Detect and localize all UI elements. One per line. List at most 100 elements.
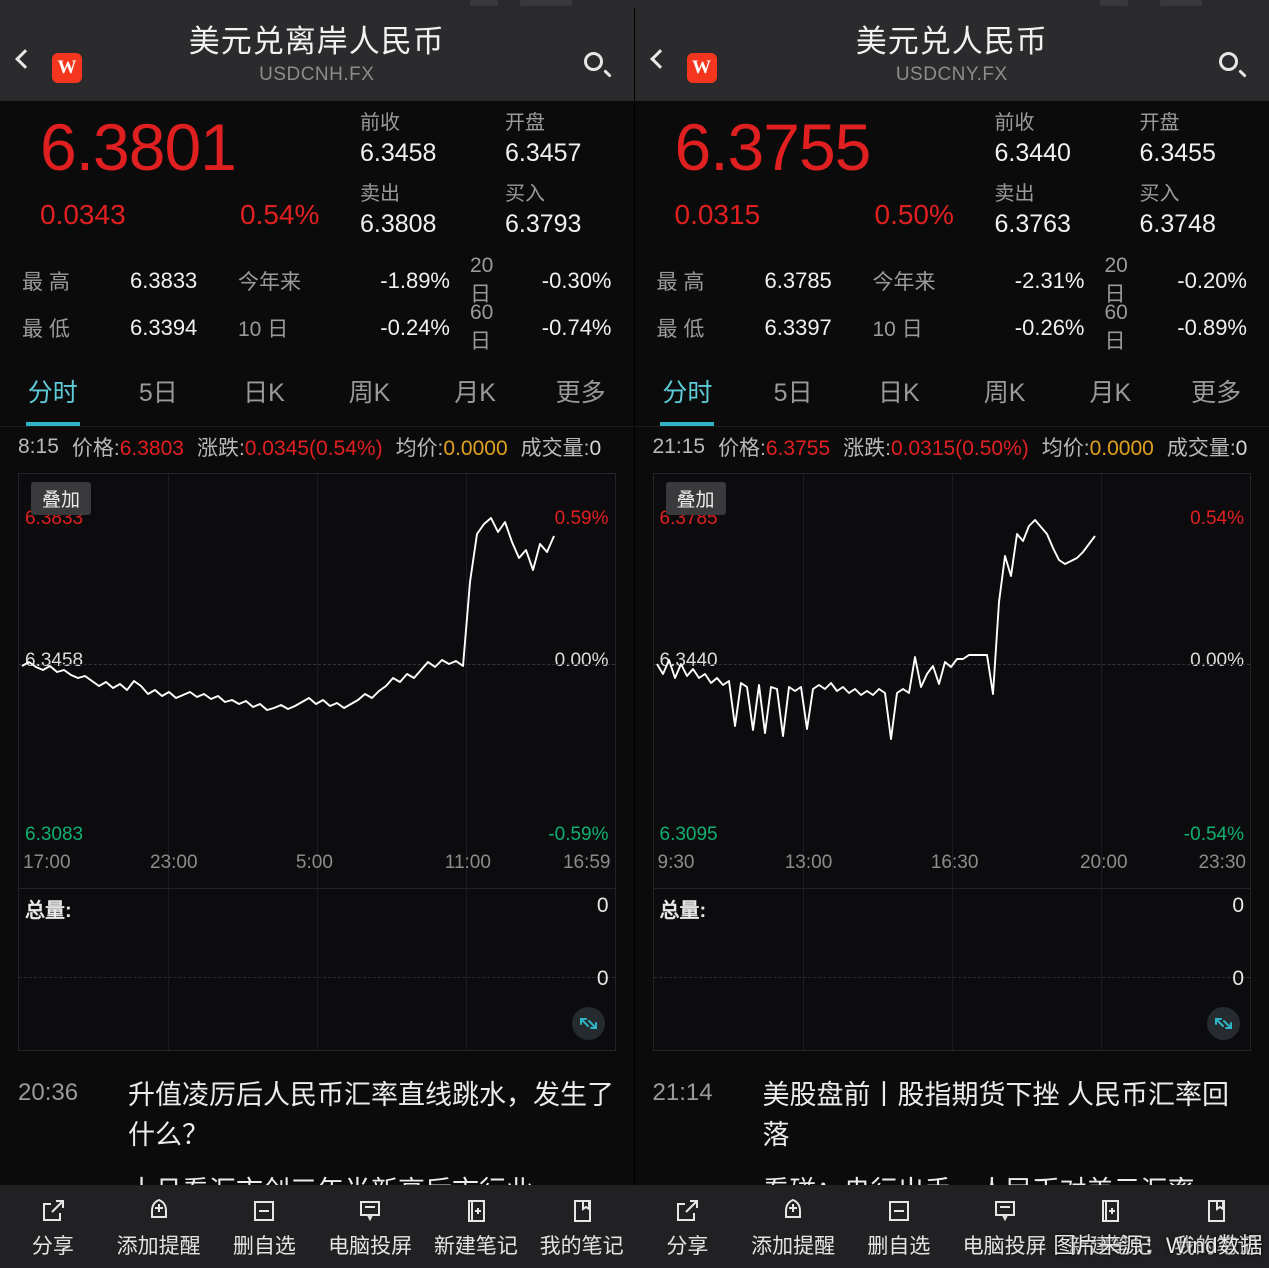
overlay-button[interactable]: 叠加 xyxy=(31,482,92,515)
news-title: 美股盘前丨股指期货下挫 人民币汇率回落 xyxy=(762,1080,1230,1150)
search-icon[interactable] xyxy=(1219,52,1247,78)
minus-box-icon xyxy=(846,1194,952,1228)
tab-more[interactable]: 更多 xyxy=(1163,365,1269,426)
news-time: 21:14 xyxy=(652,1079,713,1106)
news-time: 20:36 xyxy=(18,1079,79,1106)
news-item[interactable]: 20:36 升值凌厉后人民币汇率直线跳水，发生了什么？ xyxy=(16,1065,618,1161)
low-value: 6.3394 xyxy=(130,314,198,340)
share-icon xyxy=(0,1194,106,1228)
low-value: 6.3397 xyxy=(764,314,832,340)
d20-value: -0.30% xyxy=(541,267,612,293)
price-polyline xyxy=(655,519,1096,740)
change-percent: 0.54% xyxy=(240,199,320,230)
d60-label: 60 日 xyxy=(1104,300,1128,353)
buy-cell: 买入 6.3793 xyxy=(505,180,620,241)
change-row: 0.0343 0.54% xyxy=(40,199,380,231)
toolbar-label: 分享 xyxy=(31,1234,74,1258)
note-add-icon xyxy=(1058,1194,1164,1228)
tab-monthly-k[interactable]: 月K xyxy=(422,365,528,426)
sell-label: 卖出 xyxy=(994,183,1035,205)
tab-weekly-k[interactable]: 周K xyxy=(317,365,423,426)
volume-total-label: 总量: xyxy=(659,900,707,922)
chart-period-tabs-right: 分时 5日 日K 周K 月K 更多 xyxy=(634,365,1269,427)
tab-fenshi[interactable]: 分时 xyxy=(0,365,106,426)
toolbar-label: 删自选 xyxy=(867,1234,931,1258)
tab-5day[interactable]: 5日 xyxy=(740,365,846,426)
wind-logo-icon[interactable]: W xyxy=(686,53,717,83)
overlay-button[interactable]: 叠加 xyxy=(665,482,726,515)
sell-label: 卖出 xyxy=(360,183,400,205)
toolbar-share-button[interactable]: 分享 xyxy=(635,1194,741,1260)
expand-icon[interactable] xyxy=(1207,1007,1240,1040)
chart-xaxis-left: 17:00 23:00 5:00 11:00 16:59 xyxy=(19,852,615,882)
readout-time: 21:15 xyxy=(652,435,706,458)
intraday-chart-right[interactable]: 叠加 6.3785 0.54% 6.3440 0.00% 6.3095 -0.5… xyxy=(652,473,1251,1051)
sell-cell: 卖出 6.3763 xyxy=(995,180,1140,241)
wind-logo-icon[interactable]: W xyxy=(52,53,82,83)
quote-panel-usdcny: W 美元兑人民币 USDCNY.FX 6.3755 0.0315 0.50% 前 xyxy=(634,8,1269,1268)
volume-total-label: 总量: xyxy=(25,900,72,922)
toolbar-label: 删自选 xyxy=(232,1234,296,1258)
toolbar-new-note-button[interactable]: 新建笔记 xyxy=(423,1194,529,1260)
quote-panel-usdcnh: W 美元兑离岸人民币 USDCNH.FX 6.3801 0.0343 0.54% xyxy=(0,8,635,1268)
bookmark-icon xyxy=(529,1194,635,1228)
readout-avg-label: 均价: xyxy=(1041,437,1090,460)
prev-close-value: 6.3458 xyxy=(360,139,437,167)
high-label: 最 高 xyxy=(22,270,70,294)
readout-price-label: 价格: xyxy=(718,437,766,460)
crosshair-readout-left: 8:15 价格:6.3803 涨跌:0.0345(0.54%) 均价:0.000… xyxy=(0,427,634,467)
buy-value: 6.3748 xyxy=(1139,210,1216,238)
readout-change-label: 涨跌: xyxy=(843,437,891,460)
d10-label: 10 日 xyxy=(238,317,289,341)
prev-close-label: 前收 xyxy=(994,112,1035,134)
chart-xaxis-right: 9:30 13:00 16:30 20:00 23:30 xyxy=(654,852,1251,882)
search-icon[interactable] xyxy=(583,52,612,78)
stats-row-2: 最 低 6.3394 10 日 -0.24% 60 日 -0.74% xyxy=(0,301,634,353)
nav-title-right: 美元兑人民币 USDCNY.FX xyxy=(635,22,1269,88)
news-item[interactable]: 21:14 美股盘前丨股指期货下挫 人民币汇率回落 xyxy=(651,1065,1254,1161)
readout-change-label: 涨跌: xyxy=(196,437,245,460)
xtick-1: 13:00 xyxy=(784,852,833,873)
toolbar-remove-watchlist-button[interactable]: 删自选 xyxy=(846,1194,952,1260)
expand-icon[interactable] xyxy=(571,1007,605,1040)
stats-grid-right: 最 高 6.3785 今年来 -2.31% 20 日 -0.20% 最 低 6.… xyxy=(635,253,1269,353)
tab-daily-k[interactable]: 日K xyxy=(846,365,952,426)
tab-weekly-k[interactable]: 周K xyxy=(952,365,1058,426)
readout-avg-label: 均价: xyxy=(395,437,444,460)
ytd-value: -1.89% xyxy=(380,267,450,293)
toolbar-add-alert-button[interactable]: 添加提醒 xyxy=(740,1194,846,1260)
low-label: 最 低 xyxy=(656,317,705,341)
stats-row-1: 最 高 6.3785 今年来 -2.31% 20 日 -0.20% xyxy=(635,254,1269,306)
tab-daily-k[interactable]: 日K xyxy=(211,365,317,426)
security-code: USDCNY.FX xyxy=(895,63,1008,85)
app-screen: W 美元兑离岸人民币 USDCNH.FX 6.3801 0.0343 0.54% xyxy=(0,0,1269,1268)
tab-monthly-k[interactable]: 月K xyxy=(1058,365,1164,426)
d20-value: -0.20% xyxy=(1177,267,1247,293)
share-icon xyxy=(635,1194,741,1228)
page-title: 美元兑离岸人民币 xyxy=(188,23,445,59)
volume-mid-value: 0 xyxy=(1232,967,1244,990)
toolbar-cast-screen-button[interactable]: 电脑投屏 xyxy=(317,1194,423,1260)
prev-close-value: 6.3440 xyxy=(994,139,1071,167)
intraday-chart-left[interactable]: 叠加 6.3833 0.59% 6.3458 0.00% 6.3083 -0.5… xyxy=(18,473,616,1051)
toolbar-remove-watchlist-button[interactable]: 删自选 xyxy=(212,1194,318,1260)
readout-price-value: 6.3803 xyxy=(119,437,184,460)
tab-fenshi[interactable]: 分时 xyxy=(635,365,741,426)
toolbar-my-notes-button[interactable]: 我的笔记 xyxy=(529,1194,635,1260)
d20-label: 20 日 xyxy=(470,253,494,306)
tab-5day[interactable]: 5日 xyxy=(106,365,212,426)
xtick-0: 9:30 xyxy=(657,852,695,873)
price-line-right xyxy=(655,519,1096,740)
price-polyline xyxy=(21,517,555,711)
bell-add-icon xyxy=(106,1194,212,1228)
tab-more[interactable]: 更多 xyxy=(528,365,634,426)
cast-screen-icon xyxy=(317,1194,423,1228)
toolbar-label: 分享 xyxy=(666,1234,709,1258)
toolbar-cast-screen-button[interactable]: 电脑投屏 xyxy=(952,1194,1058,1260)
last-price: 6.3755 xyxy=(674,110,872,184)
toolbar-label: 添加提醒 xyxy=(116,1234,201,1258)
toolbar-share-button[interactable]: 分享 xyxy=(0,1194,106,1260)
crosshair-readout-right: 21:15 价格:6.3755 涨跌:0.0315(0.50%) 均价:0.00… xyxy=(635,427,1269,467)
toolbar-add-alert-button[interactable]: 添加提醒 xyxy=(106,1194,212,1260)
xtick-3: 11:00 xyxy=(444,852,491,873)
